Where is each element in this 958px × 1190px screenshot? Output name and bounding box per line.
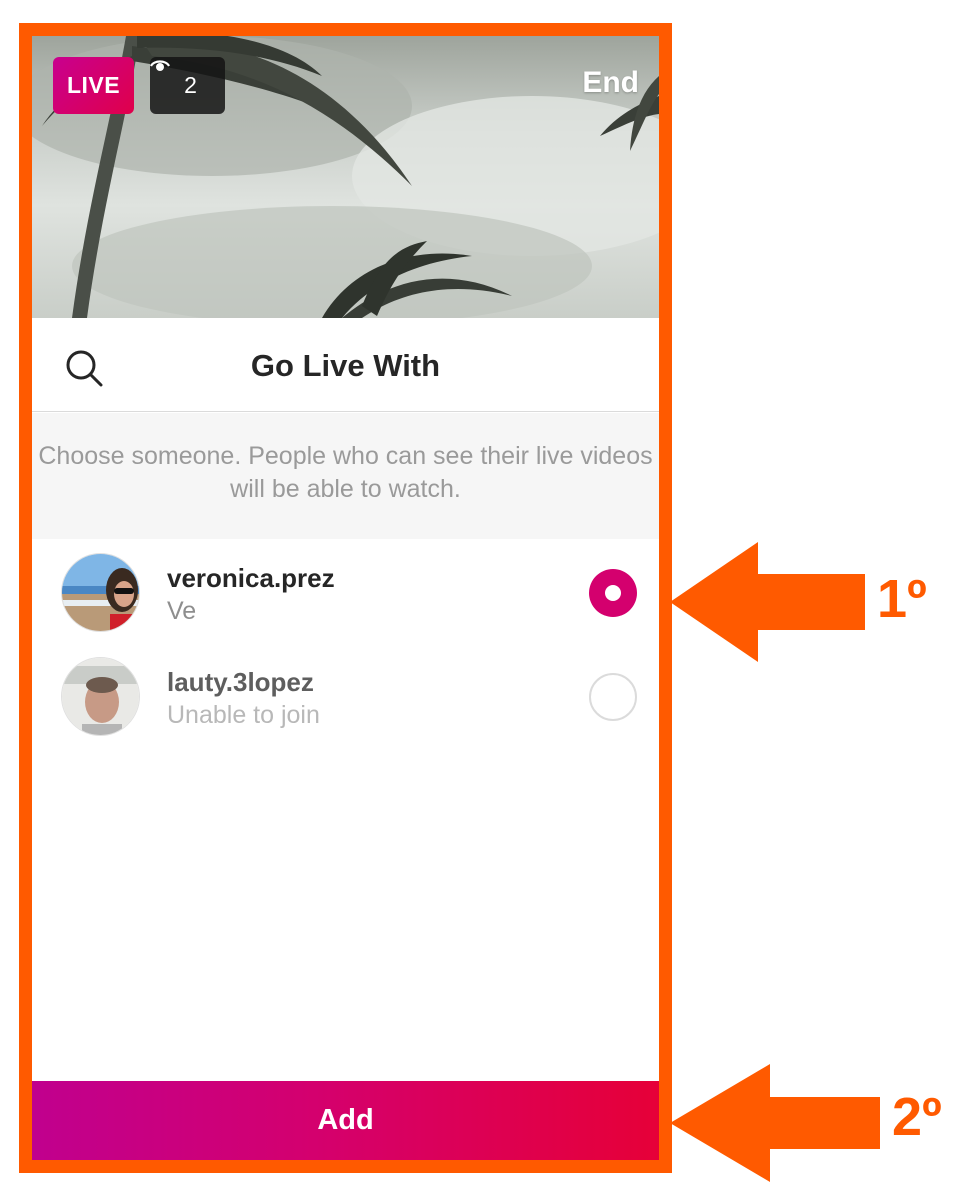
live-badge: LIVE [53,57,134,114]
avatar [61,657,140,736]
select-radio-unselected[interactable] [589,673,637,721]
avatar [61,553,140,632]
live-label: LIVE [66,72,121,98]
user-subtitle: Ve [167,597,197,625]
arrow-left-icon [670,1064,880,1182]
viewer-count-badge: 2 [150,57,225,114]
add-button[interactable]: Add [32,1081,659,1160]
username: lauty.3lopez [167,667,314,697]
step-1-label: 1º [877,569,927,629]
list-item-lauty[interactable]: lauty.3lopez Unable to join [32,643,659,747]
end-live-button[interactable]: End [582,66,639,100]
step-2-label: 2º [892,1087,942,1147]
viewer-count: 2 [184,72,197,98]
list-item-veronica[interactable]: veronica.prez Ve [32,539,659,643]
page-title: Go Live With [250,348,441,383]
phone-screen-frame: LIVE 2 End Go Live With Choose someone. … [19,23,672,1173]
live-camera-preview: LIVE 2 End [32,36,659,318]
arrow-left-icon [670,542,865,662]
select-radio-selected[interactable] [589,569,637,617]
user-subtitle: Unable to join [167,701,320,729]
go-live-with-header: Go Live With [32,318,659,412]
info-text: Choose someone. People who can see their… [32,413,659,539]
username: veronica.prez [167,563,335,593]
user-list: veronica.prez Ve lauty.3lopez Unable to … [32,539,659,747]
